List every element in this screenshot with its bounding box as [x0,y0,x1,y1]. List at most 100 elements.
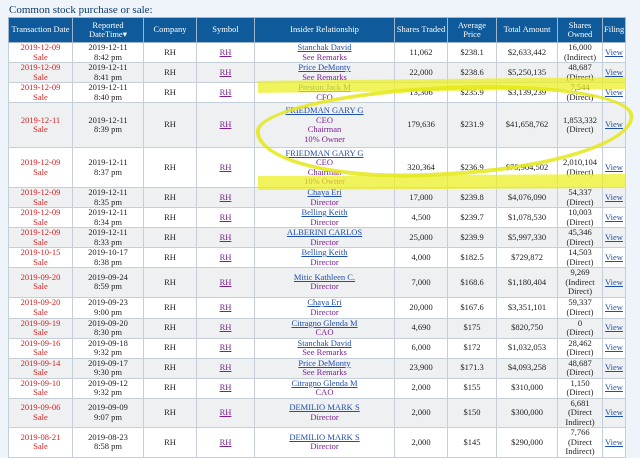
shares-traded-cell: 2,000 [394,427,448,458]
transaction-date: 2019-09-20 [20,271,61,282]
company-cell: RH [143,147,197,188]
insider-name-link[interactable]: DEMILIO MARK S [289,432,359,442]
view-filing-link[interactable]: View [605,322,623,333]
filing-cell: View [602,337,626,359]
symbol-link[interactable]: RH [220,119,232,130]
view-filing-link[interactable]: View [605,362,623,373]
view-filing-link[interactable]: View [605,252,623,262]
insider-role: CAO [315,387,334,397]
company-cell: RH [143,427,197,458]
shares-traded-cell: 25,000 [394,227,448,248]
col-symbol[interactable]: Symbol [196,17,255,43]
view-filing-link[interactable]: View [605,47,623,57]
insider-name-link[interactable]: DEMILIO MARK S [289,402,359,413]
shares-owned-line: 2,010,104 [563,157,597,167]
view-filing-link[interactable]: View [605,277,623,287]
symbol-link[interactable]: RH [220,232,232,242]
symbol-link[interactable]: RH [220,162,232,172]
table-header-row: Transaction Date Reported DateTime▾ Comp… [8,17,626,43]
reported-datetime-cell: 2019-12-11 8:34 pm [72,207,144,228]
view-filing-link[interactable]: View [605,192,623,202]
insider-name-link[interactable]: Mitic Kathleen C. [294,272,355,282]
transaction-type: Sale [33,441,48,452]
symbol-link[interactable]: RH [220,212,232,222]
col-shares-traded[interactable]: Shares Traded [394,17,448,43]
average-price-cell: $155 [447,377,497,399]
shares-owned-cell: 9,269 (Indirect Direct) [557,267,603,298]
symbol-link[interactable]: RH [220,437,232,447]
shares-owned-cell: 14,503 (Direct) [557,247,603,268]
symbol-link[interactable]: RH [220,252,232,262]
shares-owned-line: (Direct) [566,216,594,227]
view-filing-link[interactable]: View [605,162,623,172]
col-shares-owned[interactable]: Shares Owned [557,17,603,43]
filing-cell: View [602,147,626,188]
total-amount-cell: $290,000 [496,427,558,458]
symbol-link[interactable]: RH [220,342,232,353]
view-filing-link[interactable]: View [605,87,623,97]
col-reported-datetime[interactable]: Reported DateTime▾ [72,17,144,43]
col-total-amount[interactable]: Total Amount [496,17,558,43]
symbol-cell: RH [196,317,255,339]
symbol-link[interactable]: RH [220,407,232,417]
symbol-link[interactable]: RH [220,87,232,97]
symbol-link[interactable]: RH [220,362,232,373]
col-transaction-date[interactable]: Transaction Date [8,17,73,43]
transaction-type: Sale [33,236,48,247]
shares-traded-cell: 20,000 [394,296,448,319]
transaction-date-cell: 2019-09-19 Sale [8,317,73,339]
view-filing-link[interactable]: View [605,342,623,353]
reported-date: 2019-09-09 [88,402,128,413]
shares-owned-cell: 28,462 (Direct) [557,337,603,359]
reported-time: 9:30 pm [93,367,123,377]
transaction-date-cell: 2019-12-09 Sale [8,42,73,63]
insider-role: Director [310,216,339,227]
insider-name-link[interactable]: FRIEDMAN GARY G [285,149,363,158]
total-amount-cell: $3,351,101 [496,296,558,319]
total-amount-cell: $3,139,239 [496,82,558,103]
shares-owned-line: (Direct) [566,236,594,247]
reported-datetime-cell: 2019-09-18 9:32 pm [72,337,144,359]
symbol-link[interactable]: RH [220,47,232,57]
symbol-cell: RH [196,227,255,248]
insider-cell: Stanchak David See Remarks [254,42,395,63]
total-amount-cell: $1,032,053 [496,337,558,359]
shares-owned-cell: 59,337 (Direct) [557,296,603,319]
view-filing-link[interactable]: View [605,407,623,417]
view-filing-link[interactable]: View [605,437,623,447]
transaction-type: Sale [33,387,48,397]
total-amount-cell: $1,180,404 [496,267,558,298]
insider-name-link[interactable]: FRIEDMAN GARY G [285,105,363,115]
view-filing-link[interactable]: View [605,119,623,130]
table-row: 2019-08-21 Sale 2019-08-23 8:58 pm RH RH DEMIL… [8,427,626,458]
view-filing-link[interactable]: View [605,382,623,393]
table-row: 2019-12-09 Sale 2019-12-11 8:35 pm RH RH Chaya… [8,187,626,208]
insider-cell: Price DeMonty See Remarks [254,62,395,83]
total-amount-cell: $820,750 [496,317,558,339]
insider-cell: DEMILIO MARK S Director [254,397,395,428]
average-price-cell: $150 [447,397,497,428]
symbol-link[interactable]: RH [220,277,232,287]
shares-owned-line: (Direct) [566,166,594,177]
view-filing-link[interactable]: View [605,302,623,312]
symbol-link[interactable]: RH [220,322,232,333]
col-average-price[interactable]: Average Price [447,17,497,43]
symbol-link[interactable]: RH [220,192,232,202]
view-filing-link[interactable]: View [605,212,623,222]
col-company[interactable]: Company [143,17,197,43]
view-filing-link[interactable]: View [605,67,623,77]
view-filing-link[interactable]: View [605,232,623,242]
shares-owned-line: Indirect) [565,416,595,427]
insider-name-link[interactable]: Chaya Eri [307,298,341,307]
insider-role: Director [310,281,339,292]
reported-datetime-cell: 2019-12-11 8:33 pm [72,227,144,248]
company-cell: RH [143,397,197,428]
col-filing[interactable]: Filing [602,17,626,43]
reported-datetime-cell: 2019-12-11 8:39 pm [72,102,144,148]
symbol-link[interactable]: RH [220,382,232,393]
total-amount-cell: $5,997,330 [496,227,558,248]
total-amount-cell: $4,093,258 [496,357,558,379]
symbol-link[interactable]: RH [220,67,232,77]
symbol-link[interactable]: RH [220,302,232,312]
col-insider-relationship[interactable]: Insider Relationship [254,17,395,43]
